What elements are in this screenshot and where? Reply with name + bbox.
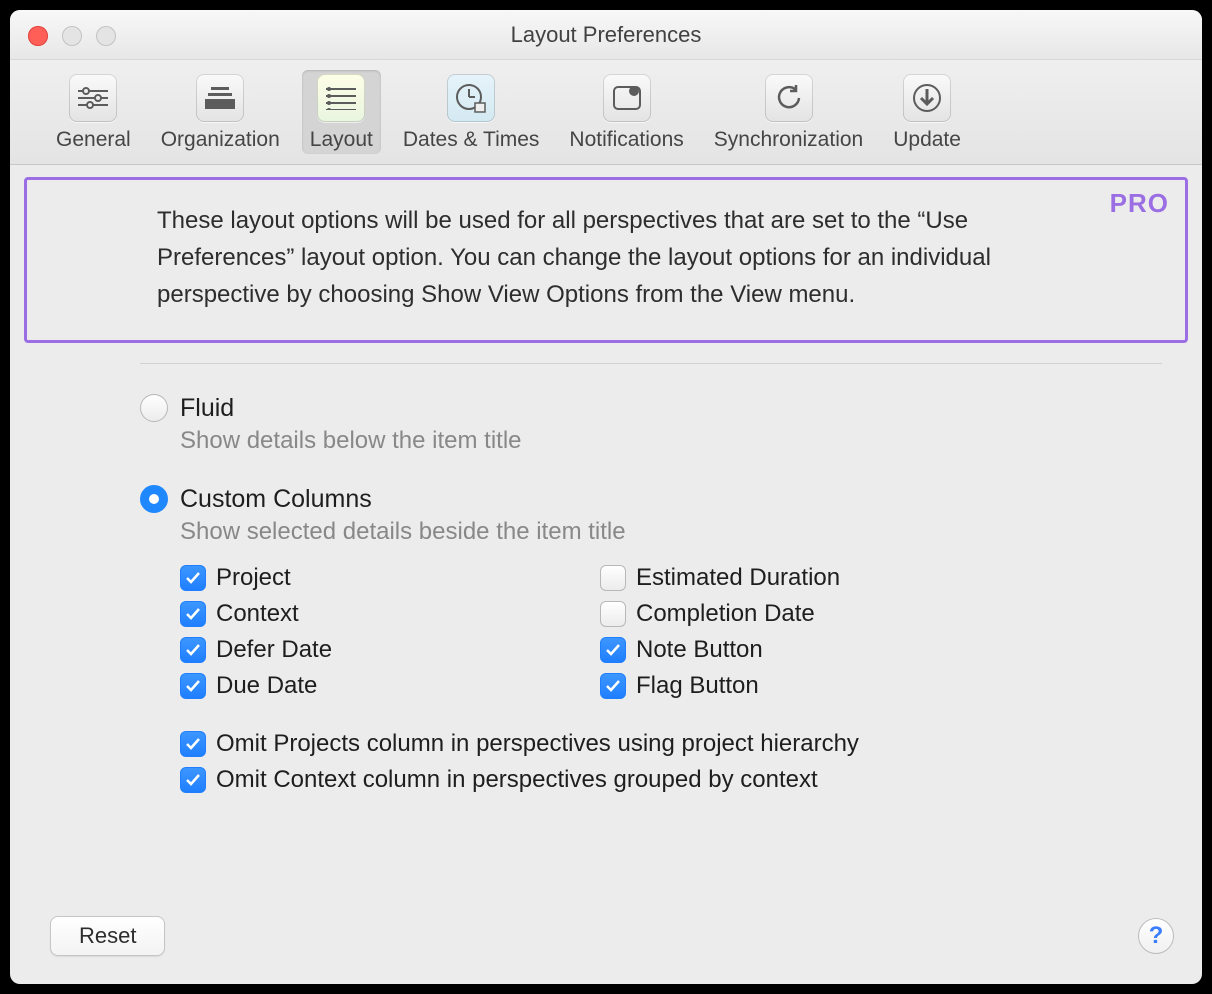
help-button[interactable]: ?	[1138, 918, 1174, 954]
checkbox-label: Context	[216, 600, 299, 628]
checkbox-project[interactable]	[180, 565, 206, 591]
preferences-window: Layout Preferences General Organization …	[10, 10, 1202, 984]
tab-label: Layout	[310, 128, 373, 152]
checkbox-flag-button-row[interactable]: Flag Button	[600, 672, 1020, 700]
preferences-toolbar: General Organization Layout Dates & Time…	[10, 60, 1202, 165]
checkbox-omit-context[interactable]	[180, 767, 206, 793]
radio-custom-columns[interactable]	[140, 485, 168, 513]
window-controls	[28, 26, 116, 46]
column-checkbox-grid: Project Estimated Duration Context Compl…	[180, 564, 1162, 700]
window-title: Layout Preferences	[10, 22, 1202, 48]
tab-dates-times[interactable]: Dates & Times	[395, 70, 548, 154]
tab-synchronization[interactable]: Synchronization	[706, 70, 871, 154]
checkbox-completion-date-row[interactable]: Completion Date	[600, 600, 1020, 628]
layout-icon	[317, 74, 365, 122]
notification-icon	[603, 74, 651, 122]
checkbox-label: Defer Date	[216, 636, 332, 664]
radio-custom-row[interactable]: Custom Columns	[140, 485, 1162, 514]
tab-organization[interactable]: Organization	[153, 70, 288, 154]
callout-text: These layout options will be used for al…	[157, 202, 1055, 314]
radio-custom-subtitle: Show selected details beside the item ti…	[180, 518, 1162, 546]
layout-options-pane: Fluid Show details below the item title …	[10, 343, 1202, 916]
checkbox-label: Due Date	[216, 672, 317, 700]
tab-label: Update	[893, 128, 961, 152]
checkbox-note-button[interactable]	[600, 637, 626, 663]
checkbox-label: Flag Button	[636, 672, 759, 700]
stack-icon	[196, 74, 244, 122]
checkbox-context-row[interactable]: Context	[180, 600, 600, 628]
tab-label: Synchronization	[714, 128, 863, 152]
checkbox-omit-projects[interactable]	[180, 731, 206, 757]
checkbox-note-button-row[interactable]: Note Button	[600, 636, 1020, 664]
pro-callout: PRO These layout options will be used fo…	[24, 177, 1188, 343]
radio-fluid-subtitle: Show details below the item title	[180, 427, 1162, 455]
reset-button[interactable]: Reset	[50, 916, 165, 956]
checkbox-label: Omit Context column in perspectives grou…	[216, 766, 818, 794]
radio-fluid-label: Fluid	[180, 394, 234, 423]
checkbox-due-date-row[interactable]: Due Date	[180, 672, 600, 700]
checkbox-context[interactable]	[180, 601, 206, 627]
radio-fluid-row[interactable]: Fluid	[140, 394, 1162, 423]
checkbox-label: Estimated Duration	[636, 564, 840, 592]
close-window-icon[interactable]	[28, 26, 48, 46]
tab-label: Dates & Times	[403, 128, 540, 152]
checkbox-label: Note Button	[636, 636, 763, 664]
sync-icon	[765, 74, 813, 122]
tab-label: Organization	[161, 128, 280, 152]
checkbox-label: Project	[216, 564, 291, 592]
divider	[140, 363, 1162, 364]
checkbox-label: Completion Date	[636, 600, 815, 628]
footer: Reset ?	[10, 916, 1202, 984]
checkbox-label: Omit Projects column in perspectives usi…	[216, 730, 859, 758]
radio-fluid[interactable]	[140, 394, 168, 422]
tab-layout[interactable]: Layout	[302, 70, 381, 154]
tab-notifications[interactable]: Notifications	[561, 70, 691, 154]
checkbox-flag-button[interactable]	[600, 673, 626, 699]
checkbox-omit-context-row[interactable]: Omit Context column in perspectives grou…	[180, 766, 1162, 794]
checkbox-estimated-duration[interactable]	[600, 565, 626, 591]
radio-custom-label: Custom Columns	[180, 485, 372, 514]
titlebar: Layout Preferences	[10, 10, 1202, 60]
tab-label: General	[56, 128, 131, 152]
checkbox-defer-date[interactable]	[180, 637, 206, 663]
clock-icon	[447, 74, 495, 122]
checkbox-omit-projects-row[interactable]: Omit Projects column in perspectives usi…	[180, 730, 1162, 758]
tab-general[interactable]: General	[48, 70, 139, 154]
sliders-icon	[69, 74, 117, 122]
minimize-window-icon[interactable]	[62, 26, 82, 46]
zoom-window-icon[interactable]	[96, 26, 116, 46]
checkbox-estimated-duration-row[interactable]: Estimated Duration	[600, 564, 1020, 592]
checkbox-completion-date[interactable]	[600, 601, 626, 627]
tab-label: Notifications	[569, 128, 683, 152]
download-icon	[903, 74, 951, 122]
tab-update[interactable]: Update	[885, 70, 969, 154]
checkbox-due-date[interactable]	[180, 673, 206, 699]
checkbox-project-row[interactable]: Project	[180, 564, 600, 592]
checkbox-defer-date-row[interactable]: Defer Date	[180, 636, 600, 664]
pro-badge: PRO	[1110, 188, 1169, 219]
